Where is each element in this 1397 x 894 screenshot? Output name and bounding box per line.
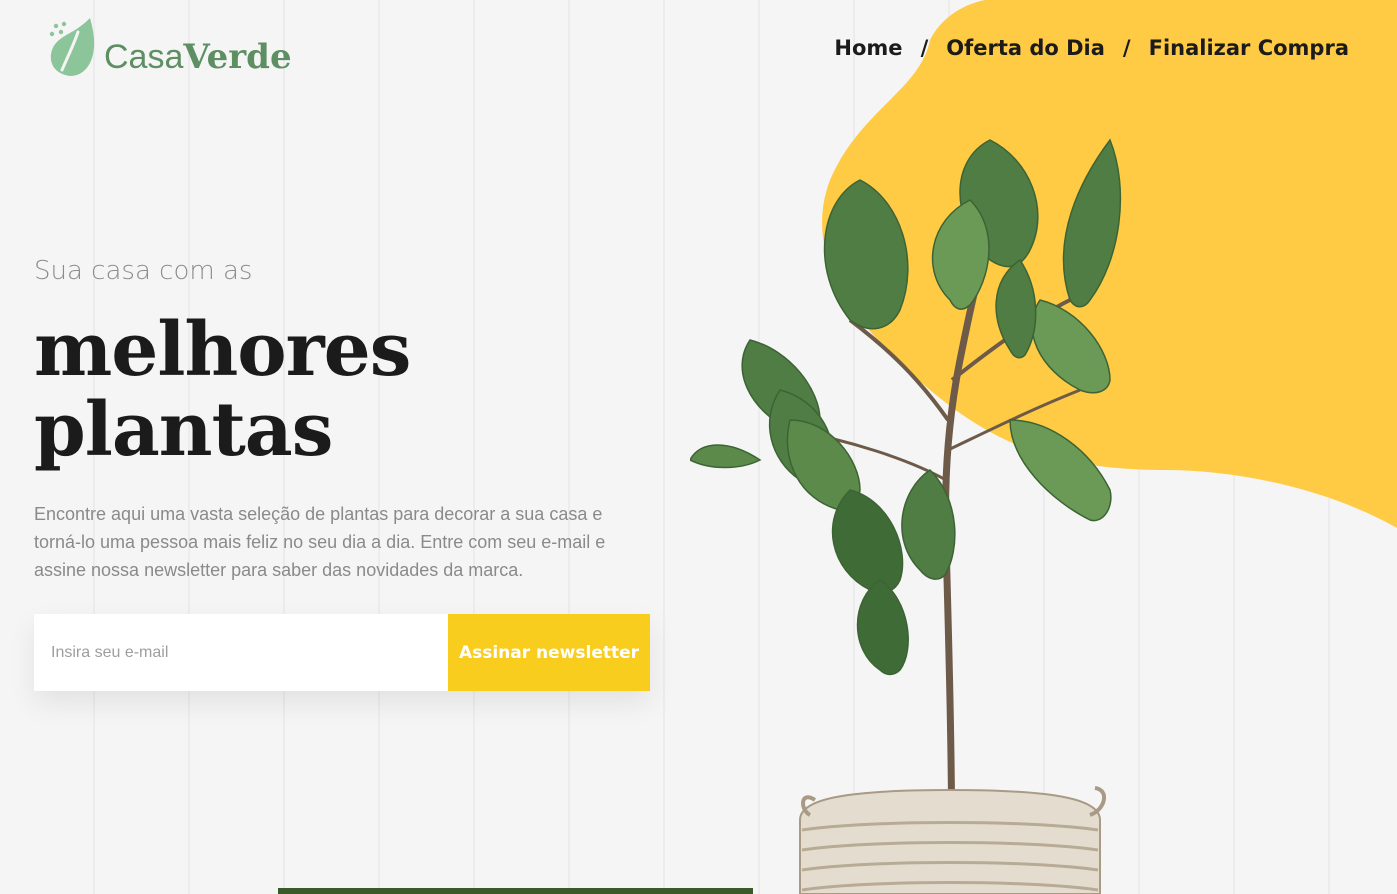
next-section-preview	[278, 888, 753, 894]
brand-name-part2: Verde	[183, 37, 292, 77]
hero-eyebrow: Sua casa com as	[34, 256, 253, 286]
brand-name-part1: Casa	[104, 38, 184, 76]
nav-separator: /	[1122, 36, 1131, 60]
nav-link-oferta-do-dia[interactable]: Oferta do Dia	[946, 36, 1105, 60]
main-nav: Home / Oferta do Dia / Finalizar Compra	[834, 36, 1349, 60]
leaf-icon	[49, 18, 95, 76]
hero-title: melhores plantas	[34, 307, 411, 473]
email-input[interactable]	[34, 614, 448, 691]
nav-separator: /	[920, 36, 929, 60]
subscribe-newsletter-button[interactable]: Assinar newsletter	[448, 614, 650, 691]
newsletter-form: Assinar newsletter	[34, 614, 650, 691]
hero-title-line1: melhores	[34, 307, 411, 393]
nav-link-finalizar-compra[interactable]: Finalizar Compra	[1149, 36, 1349, 60]
hero-description: Encontre aqui uma vasta seleção de plant…	[34, 504, 606, 580]
brand-logo[interactable]: CasaVerde	[48, 18, 292, 78]
nav-link-home[interactable]: Home	[834, 36, 902, 60]
plant-image	[690, 138, 1122, 894]
brand-name: CasaVerde	[104, 40, 292, 78]
hero-title-line2: plantas	[34, 387, 333, 473]
